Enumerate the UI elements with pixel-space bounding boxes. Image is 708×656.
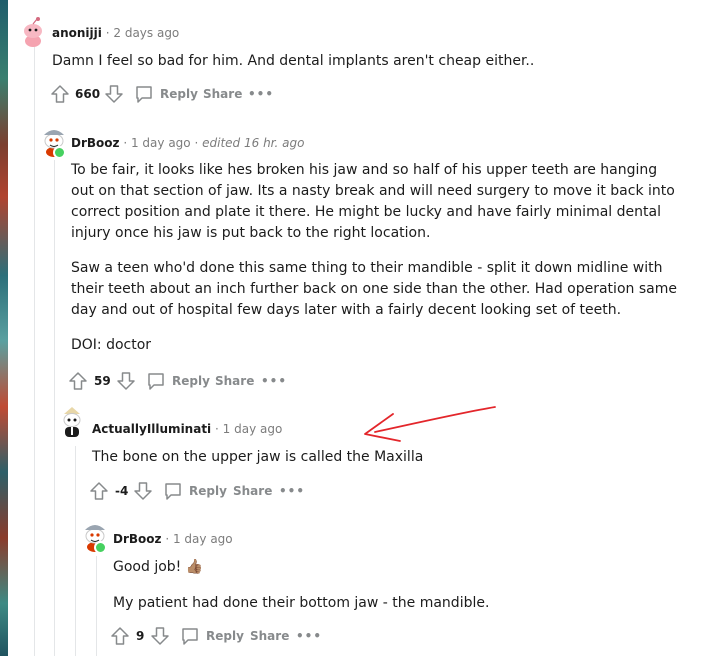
thread-line[interactable] <box>75 446 76 656</box>
author-name[interactable]: anonijji <box>52 26 102 40</box>
upvote-button[interactable] <box>68 369 88 393</box>
red-annotation-arrow-icon <box>364 406 496 442</box>
avatar[interactable] <box>18 16 50 48</box>
thread-line[interactable] <box>34 40 35 656</box>
comment-paragraph: DOI: doctor <box>71 337 152 353</box>
online-status-icon <box>94 541 107 554</box>
timestamp[interactable]: 1 day ago <box>173 532 233 546</box>
upvote-arrow-icon <box>90 482 108 500</box>
upvote-arrow-icon <box>69 372 87 390</box>
separator: · <box>123 136 128 150</box>
edited-note: edited 16 hr. ago <box>202 136 305 150</box>
downvote-button[interactable] <box>116 369 136 393</box>
downvote-arrow-icon <box>105 85 123 103</box>
vote-score: 9 <box>136 629 145 643</box>
share-button[interactable]: Share <box>233 479 272 503</box>
timestamp[interactable]: 2 days ago <box>113 26 179 40</box>
thread-line[interactable] <box>54 160 55 656</box>
comment-body: The bone on the upper jaw is called the … <box>92 447 652 468</box>
comment-paragraph: My patient had done their bottom jaw - t… <box>113 595 490 611</box>
reply-button[interactable]: Reply <box>163 479 227 503</box>
comment-paragraph: To be fair, it looks like hes broken his… <box>71 162 675 241</box>
comment-meta: anonijji · 2 days ago <box>52 26 179 40</box>
comment-body: Good job! 👍🏽 My patient had done their b… <box>113 557 673 614</box>
comment-body: To be fair, it looks like hes broken his… <box>71 160 681 356</box>
online-status-icon <box>53 146 66 159</box>
comment-bubble-icon <box>148 373 164 390</box>
comment-meta: DrBooz · 1 day ago · edited 16 hr. ago <box>71 136 304 150</box>
reply-button[interactable]: Reply <box>180 624 244 648</box>
downvote-arrow-icon <box>134 482 152 500</box>
more-options-button[interactable]: ••• <box>279 479 305 503</box>
downvote-button[interactable] <box>104 82 124 106</box>
snoo-avatar-icon <box>24 17 42 47</box>
share-button[interactable]: Share <box>215 369 254 393</box>
comment-meta: ActuallyIlluminati · 1 day ago <box>92 422 282 436</box>
timestamp[interactable]: 1 day ago <box>131 136 191 150</box>
reply-label: Reply <box>206 629 244 643</box>
comment-paragraph: Saw a teen who'd done this same thing to… <box>71 260 677 318</box>
upvote-arrow-icon <box>51 85 69 103</box>
downvote-button[interactable] <box>150 624 170 648</box>
comment-actions: 660 Reply Share ••• <box>50 82 350 106</box>
comment-actions: 59 Reply Share ••• <box>68 369 368 393</box>
more-options-button[interactable]: ••• <box>261 369 287 393</box>
author-name[interactable]: ActuallyIlluminati <box>92 422 211 436</box>
avatar[interactable] <box>56 406 88 438</box>
thread-line[interactable] <box>96 556 97 656</box>
reply-label: Reply <box>172 374 210 388</box>
comment-meta: DrBooz · 1 day ago <box>113 532 233 546</box>
comment-paragraph: Damn I feel so bad for him. And dental i… <box>52 53 535 69</box>
separator: · <box>194 136 199 150</box>
vote-score: 660 <box>75 87 101 101</box>
share-button[interactable]: Share <box>250 624 289 648</box>
comment-bubble-icon <box>136 86 152 103</box>
reply-label: Reply <box>160 87 198 101</box>
downvote-button[interactable] <box>133 479 153 503</box>
downvote-arrow-icon <box>117 372 135 390</box>
separator: · <box>105 26 110 40</box>
separator: · <box>215 422 219 436</box>
more-options-button[interactable]: ••• <box>296 624 322 648</box>
share-button[interactable]: Share <box>203 82 242 106</box>
reply-button[interactable]: Reply <box>134 82 198 106</box>
reply-button[interactable]: Reply <box>146 369 210 393</box>
timestamp[interactable]: 1 day ago <box>223 422 283 436</box>
author-name[interactable]: DrBooz <box>113 532 162 546</box>
comment-paragraph: The bone on the upper jaw is called the … <box>92 449 424 465</box>
comment-body: Damn I feel so bad for him. And dental i… <box>52 51 672 72</box>
separator: · <box>165 532 170 546</box>
upvote-arrow-icon <box>111 627 129 645</box>
comment-paragraph: Good job! 👍🏽 <box>113 559 204 575</box>
downvote-arrow-icon <box>151 627 169 645</box>
more-options-button[interactable]: ••• <box>248 82 274 106</box>
author-name[interactable]: DrBooz <box>71 136 120 150</box>
comment-actions: 9 Reply Share ••• <box>110 624 410 648</box>
vote-score: -4 <box>115 484 129 498</box>
background-edge <box>0 0 8 656</box>
vote-score: 59 <box>94 374 111 388</box>
upvote-button[interactable] <box>89 479 109 503</box>
comment-bubble-icon <box>182 628 198 645</box>
comment-bubble-icon <box>165 483 181 500</box>
reply-label: Reply <box>189 484 227 498</box>
upvote-button[interactable] <box>50 82 70 106</box>
upvote-button[interactable] <box>110 624 130 648</box>
comment-actions: -4 Reply Share ••• <box>89 479 389 503</box>
snoo-avatar-icon <box>63 407 81 437</box>
